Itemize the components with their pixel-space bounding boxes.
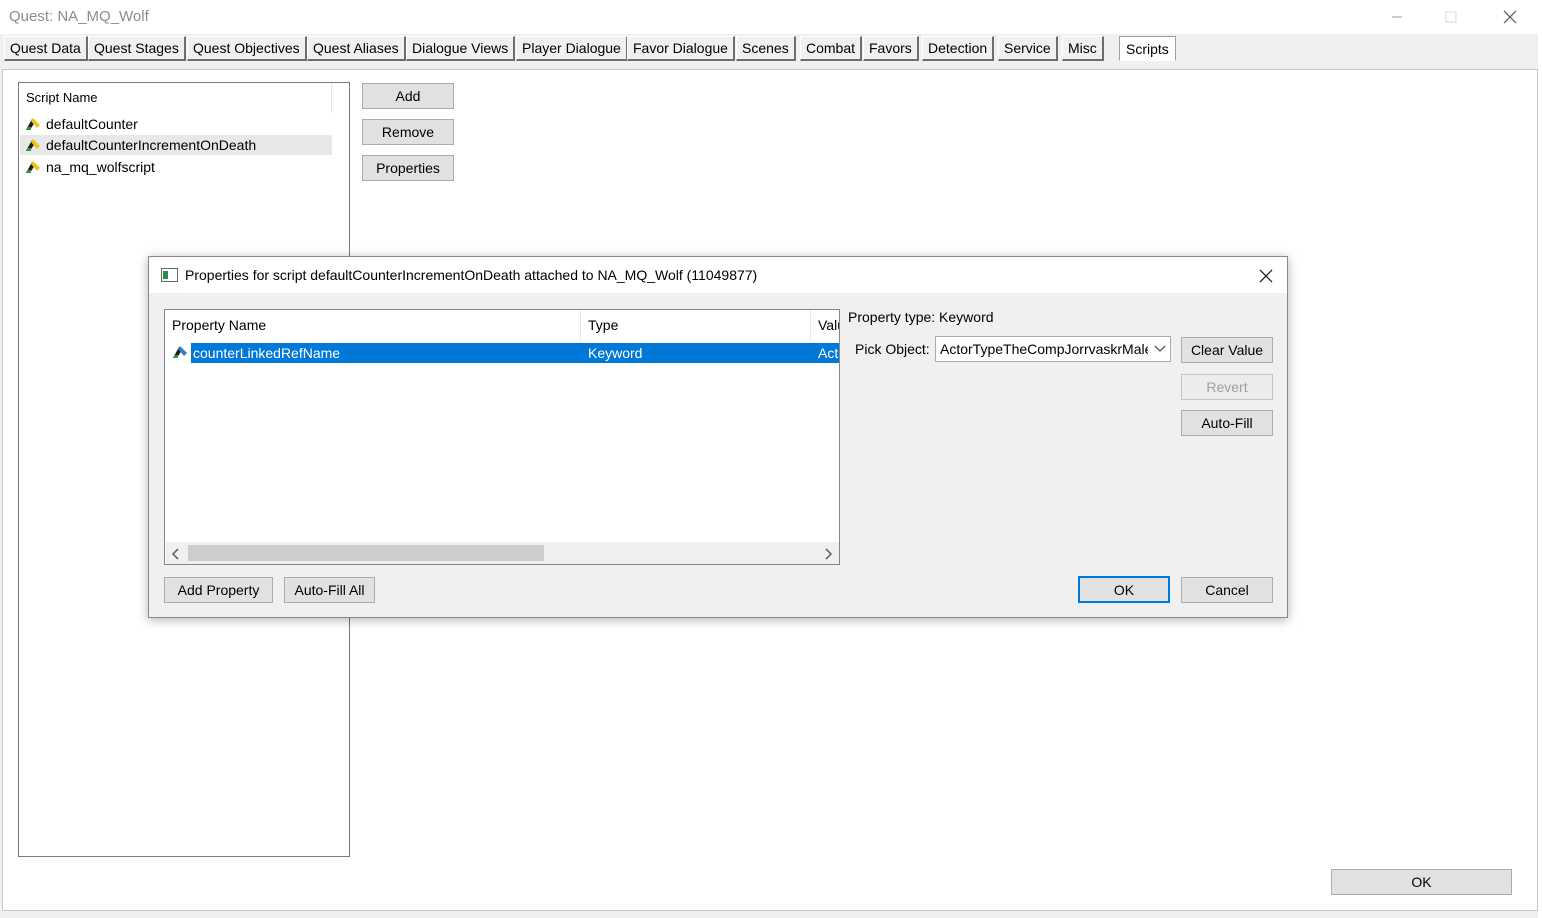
scroll-right-icon[interactable] <box>824 547 833 563</box>
tab-quest-objectives[interactable]: Quest Objectives <box>187 36 307 61</box>
dialog-ok-button[interactable]: OK <box>1078 576 1170 603</box>
scrollbar-thumb[interactable] <box>188 545 544 561</box>
property-icon <box>171 344 189 363</box>
window-edge <box>1538 34 1542 918</box>
property-value-cell: ActorTypeTheCompJorrvaskrMaleNPC <box>818 345 839 361</box>
property-type-cell: Keyword <box>588 345 643 361</box>
tab-player-dialogue[interactable]: Player Dialogue <box>516 36 628 61</box>
column-header-value[interactable]: Value <box>811 310 839 340</box>
tab-dialogue-views[interactable]: Dialogue Views <box>406 36 516 61</box>
window-titlebar <box>0 0 1542 34</box>
dialog-title: Properties for script defaultCounterIncr… <box>185 267 758 283</box>
script-list-item[interactable]: defaultCounter <box>24 114 138 134</box>
property-type-info: Property type: Keyword <box>848 309 994 325</box>
property-type-value: Keyword <box>939 309 994 325</box>
window-title: Quest: NA_MQ_Wolf <box>9 8 149 25</box>
tab-scripts[interactable]: Scripts <box>1119 36 1176 61</box>
chevron-down-icon <box>1154 345 1166 352</box>
close-icon <box>1259 269 1273 283</box>
main-ok-button[interactable]: OK <box>1331 869 1512 895</box>
script-item-label: defaultCounterIncrementOnDeath <box>46 137 257 153</box>
tab-service[interactable]: Service <box>998 36 1058 61</box>
property-type-label: Property type: <box>848 309 936 325</box>
pick-object-dropdown[interactable]: ActorTypeTheCompJorrvaskrMaleNPC <box>935 336 1171 362</box>
dialog-app-icon <box>161 268 178 285</box>
auto-fill-button[interactable]: Auto-Fill <box>1181 410 1273 436</box>
minimize-icon <box>1392 16 1402 18</box>
column-header-type[interactable]: Type <box>581 310 811 340</box>
close-button[interactable] <box>1487 0 1533 34</box>
script-icon <box>26 161 40 173</box>
tab-quest-aliases[interactable]: Quest Aliases <box>307 36 406 61</box>
header-divider <box>331 83 332 113</box>
tab-scenes[interactable]: Scenes <box>736 36 796 61</box>
script-list-item[interactable]: na_mq_wolfscript <box>24 157 155 177</box>
dialog-cancel-button[interactable]: Cancel <box>1181 577 1273 603</box>
pick-object-value: ActorTypeTheCompJorrvaskrMaleNPC <box>940 341 1148 357</box>
scroll-left-icon[interactable] <box>171 547 180 563</box>
close-icon <box>1503 10 1517 24</box>
dialog-close-button[interactable] <box>1255 267 1277 285</box>
tab-quest-stages[interactable]: Quest Stages <box>88 36 186 61</box>
script-item-label: defaultCounter <box>46 116 138 132</box>
maximize-button[interactable] <box>1428 0 1474 34</box>
maximize-icon <box>1445 11 1457 23</box>
horizontal-scrollbar[interactable] <box>166 542 839 564</box>
tab-favors[interactable]: Favors <box>863 36 919 61</box>
clear-value-button[interactable]: Clear Value <box>1181 337 1273 363</box>
script-item-label: na_mq_wolfscript <box>46 159 155 175</box>
tab-misc[interactable]: Misc <box>1062 36 1104 61</box>
auto-fill-all-button[interactable]: Auto-Fill All <box>284 577 375 603</box>
script-name-header[interactable]: Script Name <box>26 90 98 105</box>
column-header-property-name[interactable]: Property Name <box>165 310 581 340</box>
properties-dialog: Properties for script defaultCounterIncr… <box>148 256 1288 618</box>
tab-detection[interactable]: Detection <box>922 36 995 61</box>
tab-quest-data[interactable]: Quest Data <box>4 36 88 61</box>
tab-combat[interactable]: Combat <box>800 36 863 61</box>
add-script-button[interactable]: Add <box>362 83 454 109</box>
minimize-button[interactable] <box>1374 0 1420 34</box>
script-list-item[interactable]: defaultCounterIncrementOnDeath <box>24 135 256 155</box>
property-name-cell: counterLinkedRefName <box>193 345 341 361</box>
add-property-button[interactable]: Add Property <box>164 577 273 603</box>
remove-script-button[interactable]: Remove <box>362 119 454 145</box>
property-grid[interactable]: Property Name Type Value counterLinkedRe… <box>164 309 840 565</box>
pick-object-label: Pick Object: <box>855 341 930 357</box>
tab-favor-dialogue[interactable]: Favor Dialogue <box>627 36 735 61</box>
script-icon <box>26 139 40 151</box>
script-icon <box>26 118 40 130</box>
revert-button[interactable]: Revert <box>1181 374 1273 400</box>
properties-button[interactable]: Properties <box>362 155 454 181</box>
